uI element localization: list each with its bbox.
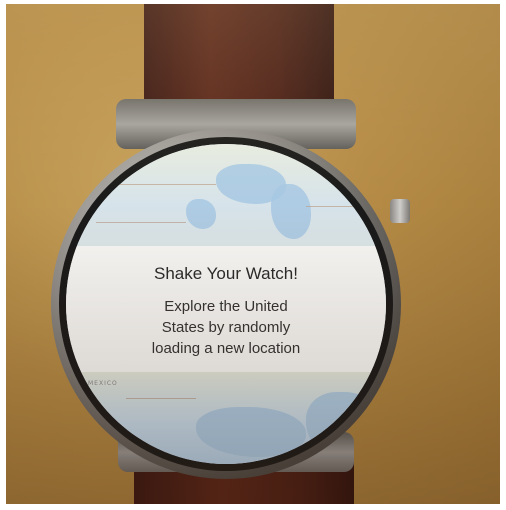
dialog-body-line: loading a new location <box>151 340 301 357</box>
map-border-line <box>126 398 196 399</box>
map-bottom: MEXICO <box>66 372 386 464</box>
map-border-line <box>306 206 376 207</box>
watch-screen[interactable]: Shake Your Watch! Explore the United Sta… <box>66 144 386 464</box>
dialog-card[interactable]: Shake Your Watch! Explore the United Sta… <box>66 246 386 372</box>
map-label-mexico: MEXICO <box>88 380 118 387</box>
lake-water <box>271 184 311 239</box>
watch-photo: Shake Your Watch! Explore the United Sta… <box>6 4 500 504</box>
map-border-line <box>96 222 186 223</box>
dialog-body-line: Explore the United <box>164 298 288 315</box>
lake-water <box>186 199 216 229</box>
map-border-line <box>86 184 216 185</box>
dialog-body: Explore the United States by randomly lo… <box>106 296 346 359</box>
watch-crown-button[interactable] <box>390 199 410 223</box>
dialog-body-line: States by randomly <box>161 319 291 336</box>
ocean-water <box>306 392 386 462</box>
gulf-water <box>196 407 306 457</box>
dialog-title: Shake Your Watch! <box>154 264 298 283</box>
photo-frame: Shake Your Watch! Explore the United Sta… <box>0 0 506 510</box>
map-top <box>66 144 386 246</box>
